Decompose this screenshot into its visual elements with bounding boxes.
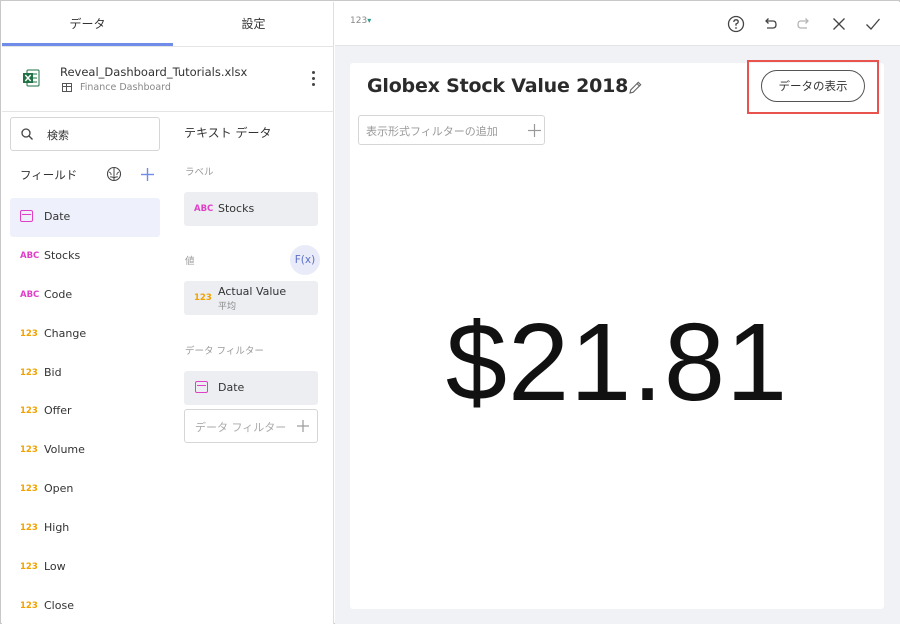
field-label: Offer — [44, 404, 72, 418]
add-filter-label: データ フィルター — [195, 421, 287, 434]
filter-section-title: データ フィルター — [185, 346, 264, 357]
number-type-icon: 123 — [20, 445, 38, 456]
field-search-box — [10, 117, 160, 151]
visualization-config: テキスト データ ラベル ABC Stocks 値 F(x) 123 Actua… — [172, 112, 332, 443]
field-label: Stocks — [44, 248, 81, 262]
redo-icon[interactable] — [795, 15, 813, 33]
undo-icon[interactable] — [761, 15, 779, 33]
field-item-date[interactable]: Date — [10, 198, 160, 237]
visualization-area: 123▾ Globex Stock Value 2018 データの表示 表示形式… — [335, 2, 900, 624]
help-icon[interactable] — [727, 15, 745, 33]
pencil-icon[interactable] — [627, 80, 643, 96]
field-item-offer[interactable]: 123 Offer — [10, 392, 160, 431]
plus-icon — [297, 420, 309, 432]
datasource-file-name: Reveal_Dashboard_Tutorials.xlsx — [60, 65, 248, 79]
app-window: データ 設定 Reveal_Dashboard_Tutorials.xlsx F… — [0, 0, 900, 624]
field-label: Date — [44, 210, 71, 223]
close-icon[interactable] — [830, 15, 848, 33]
field-item-stocks[interactable]: ABC Stocks — [10, 237, 160, 276]
datasource-header: Reveal_Dashboard_Tutorials.xlsx Finance … — [2, 47, 334, 112]
fields-header: フィールド — [20, 168, 78, 182]
visualization-title[interactable]: Globex Stock Value 2018 — [367, 75, 628, 97]
field-item-high[interactable]: 123 High — [10, 509, 160, 548]
viz-type-picker[interactable]: 123▾ — [350, 16, 371, 26]
number-type-icon: 123 — [20, 562, 38, 573]
number-type-icon: 123 — [194, 293, 212, 303]
tab-settings[interactable]: 設定 — [173, 2, 334, 47]
text-type-icon: ABC — [194, 204, 214, 214]
brain-icon[interactable] — [106, 166, 122, 182]
text-type-icon: ABC — [20, 250, 40, 261]
number-type-icon: 123 — [20, 484, 38, 495]
field-item-open[interactable]: 123 Open — [10, 470, 160, 509]
add-field-icon[interactable] — [140, 167, 155, 182]
filter-field-pill[interactable]: Date — [184, 371, 318, 405]
viz-type-label: 123 — [350, 16, 368, 26]
field-label: High — [44, 521, 70, 535]
value-field-aggregation: 平均 — [218, 302, 237, 312]
number-type-icon: 123 — [20, 523, 38, 534]
number-type-icon: 123 — [20, 367, 38, 378]
field-label: Volume — [44, 443, 85, 457]
filter-field-name: Date — [218, 381, 245, 394]
label-field-name: Stocks — [218, 202, 255, 215]
text-type-icon: ABC — [20, 289, 40, 300]
config-title: テキスト データ — [184, 126, 272, 140]
search-icon — [21, 128, 33, 140]
field-item-code[interactable]: ABC Code — [10, 276, 160, 315]
value-field-pill[interactable]: 123 Actual Value 平均 — [184, 281, 318, 315]
field-item-close[interactable]: 123 Close — [10, 587, 160, 624]
formula-button[interactable]: F(x) — [290, 245, 320, 275]
label-section-title: ラベル — [185, 167, 214, 178]
more-options-icon[interactable] — [308, 69, 318, 89]
value-section-title: 値 — [185, 256, 195, 267]
plus-icon — [528, 124, 541, 137]
excel-icon — [23, 69, 40, 87]
field-label: Code — [44, 287, 73, 301]
editor-toolbar: 123▾ — [335, 2, 900, 46]
number-type-icon: 123 — [20, 406, 38, 417]
sheet-icon — [62, 83, 72, 92]
field-list: Date ABC Stocks ABC Code 123 Change 123 … — [10, 198, 160, 624]
label-field-pill[interactable]: ABC Stocks — [184, 192, 318, 226]
calendar-icon — [20, 210, 33, 222]
number-type-icon: 123 — [20, 328, 38, 339]
visualization-card: Globex Stock Value 2018 データの表示 表示形式フィルター… — [350, 60, 884, 609]
chevron-down-icon: ▾ — [367, 16, 372, 25]
datasource-sheet-name: Finance Dashboard — [80, 82, 171, 93]
panel-tabs: データ 設定 — [2, 2, 334, 47]
field-item-bid[interactable]: 123 Bid — [10, 354, 160, 393]
field-item-low[interactable]: 123 Low — [10, 548, 160, 587]
kpi-value: $21.81 — [445, 301, 789, 424]
add-visualization-filter-label: 表示形式フィルターの追加 — [366, 125, 498, 138]
add-visualization-filter-button[interactable]: 表示形式フィルターの追加 — [358, 115, 545, 145]
view-data-button[interactable]: データの表示 — [761, 70, 865, 102]
field-label: Open — [44, 482, 74, 496]
field-label: Change — [44, 326, 87, 340]
calendar-icon — [195, 381, 208, 393]
data-editor-panel: データ 設定 Reveal_Dashboard_Tutorials.xlsx F… — [2, 2, 334, 624]
add-data-filter-button[interactable]: データ フィルター — [184, 409, 318, 443]
field-item-change[interactable]: 123 Change — [10, 315, 160, 354]
field-item-volume[interactable]: 123 Volume — [10, 431, 160, 470]
search-input[interactable] — [47, 126, 147, 144]
value-field-name: Actual Value — [218, 285, 287, 298]
active-tab-indicator — [2, 43, 173, 46]
field-label: Low — [44, 560, 66, 574]
checkmark-icon[interactable] — [864, 15, 882, 33]
tab-data[interactable]: データ — [2, 2, 173, 47]
field-label: Close — [44, 598, 74, 612]
field-label: Bid — [44, 365, 62, 379]
number-type-icon: 123 — [20, 600, 38, 611]
